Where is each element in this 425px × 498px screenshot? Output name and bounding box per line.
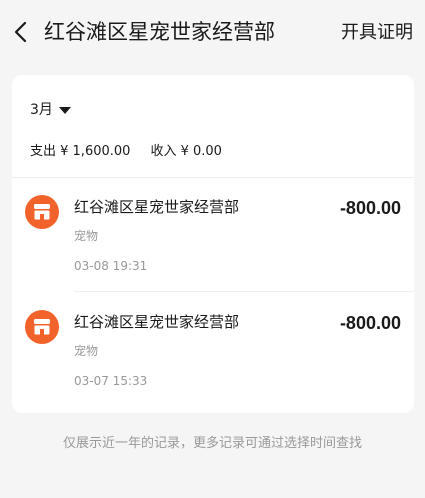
transaction-category: 宠物 [74, 229, 99, 243]
shop-icon [25, 195, 59, 229]
chevron-left-icon [14, 21, 27, 43]
transaction-row[interactable]: 红谷滩区星宠世家经营部 宠物 03-08 19:31 -800.00 [12, 179, 414, 291]
merchant-name: 红谷滩区星宠世家经营部 [74, 198, 240, 216]
income-total: 收入 ¥ 0.00 [150, 144, 222, 159]
history-note: 仅展示近一年的记录，更多记录可通过选择时间查找 [62, 436, 362, 451]
divider [12, 177, 414, 178]
expense-total: 支出 ¥ 1,600.00 [30, 144, 131, 159]
transaction-row[interactable]: 红谷滩区星宠世家经营部 宠物 03-07 15:33 -800.00 [12, 294, 414, 406]
issue-certificate-button[interactable]: 开具证明 [341, 19, 413, 47]
transaction-time: 03-07 15:33 [74, 374, 148, 388]
bill-card: 3月 支出 ¥ 1,600.00 收入 ¥ 0.00 红谷滩区星宠世家经营部 宠物… [12, 75, 414, 413]
back-button[interactable] [10, 18, 34, 46]
transaction-amount: -800.00 [339, 198, 401, 218]
caret-down-icon [58, 106, 71, 114]
transaction-amount: -800.00 [339, 313, 401, 333]
page-title: 红谷滩区星宠世家经营部 [44, 20, 275, 44]
month-summary: 支出 ¥ 1,600.00 收入 ¥ 0.00 [30, 142, 222, 162]
month-label: 3月 [30, 102, 53, 118]
month-selector[interactable]: 3月 [30, 99, 71, 121]
navigation-bar: 红谷滩区星宠世家经营部 开具证明 [0, 0, 425, 64]
row-divider [74, 291, 414, 292]
shop-icon [25, 310, 59, 344]
transaction-category: 宠物 [74, 344, 99, 358]
transaction-time: 03-08 19:31 [74, 259, 148, 273]
merchant-name: 红谷滩区星宠世家经营部 [74, 313, 240, 331]
